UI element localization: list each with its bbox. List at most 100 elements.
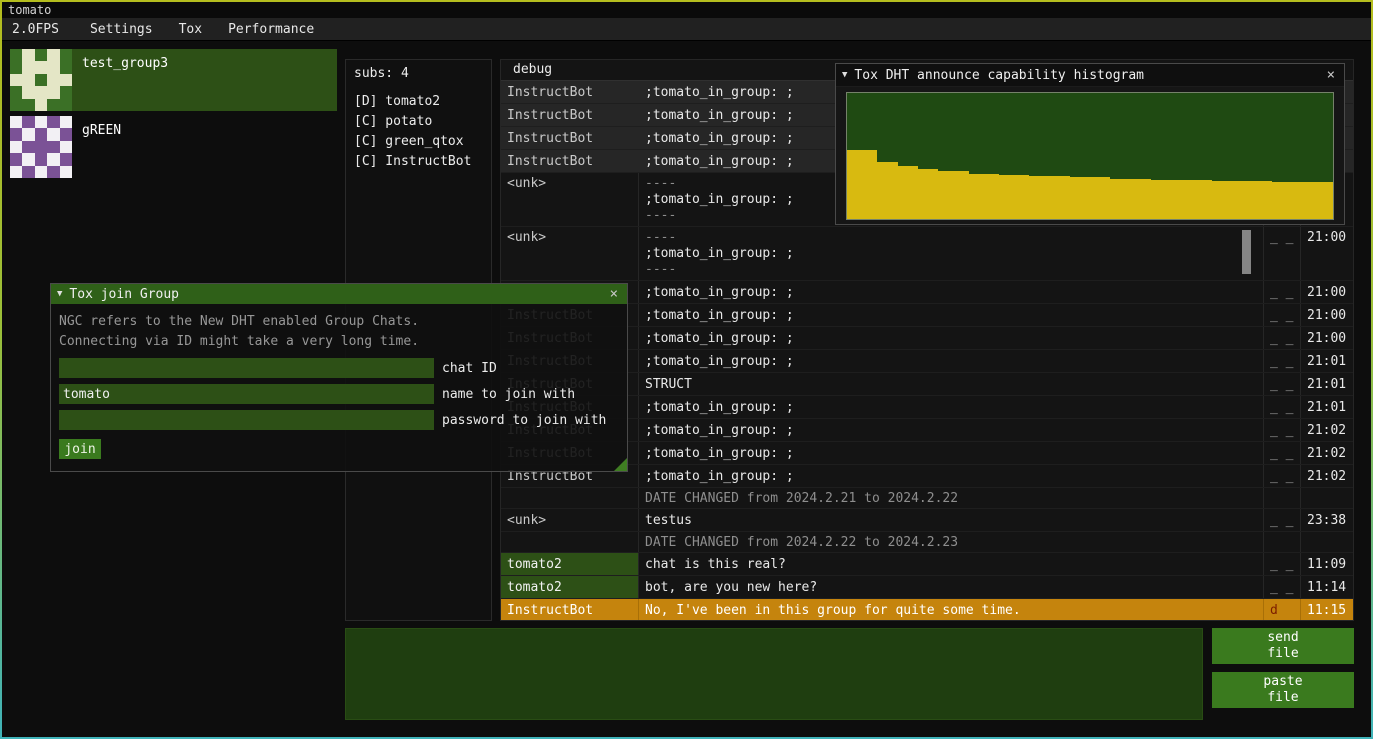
chat-timestamp: 21:01: [1300, 396, 1353, 418]
join-window-titlebar[interactable]: ▼ Tox join Group ×: [51, 284, 627, 304]
chat-sender: InstructBot: [501, 127, 638, 149]
chat-timestamp: [1300, 488, 1353, 508]
chat-row[interactable]: DATE CHANGED from 2024.2.22 to 2024.2.23: [501, 532, 1353, 553]
group-item-gREEN[interactable]: gREEN: [10, 116, 337, 178]
join-button[interactable]: join: [59, 439, 101, 459]
resize-grip-icon[interactable]: [614, 458, 627, 471]
histogram-bar: [948, 171, 958, 219]
app-window: tomato 2.0FPS SettingsToxPerformance tes…: [0, 0, 1373, 739]
chat-row[interactable]: InstructBot;tomato_in_group: ;_ _21:01: [501, 350, 1353, 373]
histogram-bar: [1262, 181, 1272, 219]
chat-row[interactable]: InstructBot;tomato_in_group: ;_ _21:00: [501, 327, 1353, 350]
menu-item-settings[interactable]: Settings: [77, 18, 166, 40]
chat-timestamp: 21:00: [1300, 327, 1353, 349]
chat-timestamp: 11:15: [1300, 599, 1353, 620]
message-input[interactable]: [345, 628, 1203, 720]
chat-message-line: ;tomato_in_group: ;: [645, 399, 1257, 416]
subs-list-item[interactable]: [C] potato: [354, 112, 483, 132]
subs-list-item[interactable]: [D] tomato2: [354, 92, 483, 112]
join-window-title: Tox join Group: [69, 287, 179, 302]
chat-status-flags: _ _: [1263, 327, 1300, 349]
histogram-bar: [1039, 176, 1049, 219]
histogram-bar: [1029, 176, 1039, 219]
window-title: tomato: [8, 3, 51, 17]
window-titlebar: tomato: [2, 2, 1371, 18]
chat-status-flags: d: [1263, 599, 1300, 620]
chat-message-line: ----: [645, 262, 1257, 278]
collapse-arrow-icon[interactable]: ▼: [57, 289, 62, 299]
chat-message-line: chat is this real?: [645, 556, 1257, 573]
join-field-row: name to join with: [59, 384, 619, 404]
chat-status-flags: _ _: [1263, 373, 1300, 395]
join-group-window: ▼ Tox join Group × NGC refers to the New…: [50, 283, 628, 472]
histogram-window-titlebar[interactable]: ▼ Tox DHT announce capability histogram …: [836, 64, 1344, 87]
join-form: chat IDname to join withpassword to join…: [59, 358, 619, 430]
group-name: gREEN: [82, 116, 121, 178]
menu-item-performance[interactable]: Performance: [215, 18, 327, 40]
close-icon[interactable]: ×: [1324, 67, 1338, 83]
histogram-window-title: Tox DHT announce capability histogram: [854, 68, 1144, 83]
histogram-bar: [928, 169, 938, 219]
histogram-bar: [999, 175, 1009, 219]
chat-timestamp: 21:02: [1300, 419, 1353, 441]
chat-sender: InstructBot: [501, 81, 638, 103]
chat-message: bot, are you new here?: [638, 576, 1263, 598]
chat-row[interactable]: tomato2bot, are you new here?_ _11:14: [501, 576, 1353, 599]
histogram-bar: [1131, 179, 1141, 219]
chat-message: ;tomato_in_group: ;: [638, 442, 1263, 464]
histogram-window: ▼ Tox DHT announce capability histogram …: [835, 63, 1345, 225]
chat-row[interactable]: InstructBot;tomato_in_group: ;_ _21:02: [501, 419, 1353, 442]
join-name-input[interactable]: [59, 384, 434, 404]
histogram-bar: [1019, 175, 1029, 219]
histogram-bar: [969, 174, 979, 219]
chat-message-line: ;tomato_in_group: ;: [645, 330, 1257, 347]
chat-message-line: DATE CHANGED from 2024.2.21 to 2024.2.22: [645, 490, 1257, 507]
histogram-bar: [1100, 177, 1110, 219]
subs-list-item[interactable]: [C] InstructBot: [354, 152, 483, 172]
chat-row[interactable]: InstructBot;tomato_in_group: ;_ _21:00: [501, 281, 1353, 304]
paste-file-button[interactable]: paste file: [1212, 672, 1354, 708]
subs-list-item[interactable]: [C] green_qtox: [354, 132, 483, 152]
group-name: test_group3: [82, 49, 168, 111]
chat-timestamp: 21:02: [1300, 465, 1353, 487]
histogram-bar: [1161, 180, 1171, 219]
chat-row[interactable]: InstructBot;tomato_in_group: ;_ _21:02: [501, 465, 1353, 488]
chat-timestamp: 21:00: [1300, 304, 1353, 326]
join-password-input[interactable]: [59, 410, 434, 430]
histogram-bar: [918, 169, 928, 219]
chat-message-line: ;tomato_in_group: ;: [645, 445, 1257, 462]
chat-timestamp: 11:14: [1300, 576, 1353, 598]
chat-row[interactable]: InstructBot;tomato_in_group: ;_ _21:02: [501, 442, 1353, 465]
chat-status-flags: _ _: [1263, 553, 1300, 575]
histogram-bar: [1141, 179, 1151, 219]
histogram-bar: [1232, 181, 1242, 219]
collapse-arrow-icon[interactable]: ▼: [842, 70, 847, 80]
chat-row[interactable]: InstructBotSTRUCT_ _21:01: [501, 373, 1353, 396]
chat-scrollbar-thumb[interactable]: [1242, 230, 1251, 274]
chat-message: ;tomato_in_group: ;: [638, 350, 1263, 372]
join-info-line: Connecting via ID might take a very long…: [59, 332, 619, 352]
histogram-bar: [908, 166, 918, 219]
histogram-bar: [1181, 180, 1191, 219]
chat-id-input[interactable]: [59, 358, 434, 378]
chat-row[interactable]: tomato2chat is this real?_ _11:09: [501, 553, 1353, 576]
chat-row[interactable]: <unk>----;tomato_in_group: ;----_ _21:00: [501, 227, 1353, 281]
histogram-bar: [857, 150, 867, 219]
close-icon[interactable]: ×: [607, 286, 621, 302]
histogram-bar: [938, 171, 948, 219]
menu-item-tox[interactable]: Tox: [166, 18, 215, 40]
chat-row[interactable]: InstructBotNo, I've been in this group f…: [501, 599, 1353, 620]
chat-timestamp: 23:38: [1300, 509, 1353, 531]
chat-row[interactable]: <unk>testus_ _23:38: [501, 509, 1353, 532]
chat-row[interactable]: InstructBot;tomato_in_group: ;_ _21:00: [501, 304, 1353, 327]
send-file-button[interactable]: send file: [1212, 628, 1354, 664]
chat-status-flags: _ _: [1263, 442, 1300, 464]
chat-status-flags: _ _: [1263, 419, 1300, 441]
composer: send file paste file: [345, 628, 1354, 720]
chat-row[interactable]: DATE CHANGED from 2024.2.21 to 2024.2.22: [501, 488, 1353, 509]
histogram-bar: [1060, 176, 1070, 219]
join-info-text: NGC refers to the New DHT enabled Group …: [59, 312, 619, 352]
chat-row[interactable]: InstructBot;tomato_in_group: ;_ _21:01: [501, 396, 1353, 419]
chat-timestamp: 21:01: [1300, 373, 1353, 395]
group-item-test_group3[interactable]: test_group3: [10, 49, 337, 111]
